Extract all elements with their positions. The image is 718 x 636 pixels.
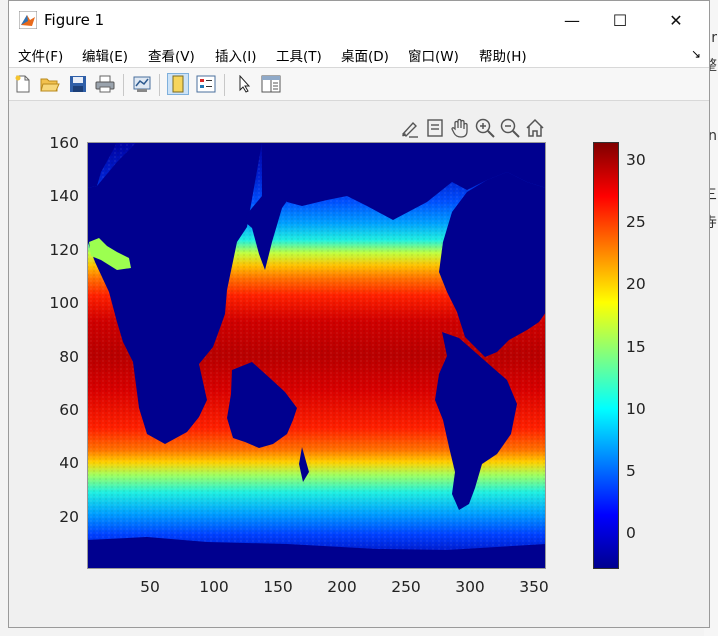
matlab-logo-icon bbox=[19, 11, 37, 29]
x-tick-label: 150 bbox=[263, 578, 293, 596]
menu-bar: 文件(F) 编辑(E) 查看(V) 插入(I) 工具(T) 桌面(D) 窗口(W… bbox=[9, 39, 709, 67]
colorbar-tick-label: 20 bbox=[626, 275, 646, 293]
figure-toolbar bbox=[9, 67, 709, 101]
colorbar-tick-label: 30 bbox=[626, 151, 646, 169]
toolbar-dock-arrow-icon[interactable]: ↘ bbox=[691, 47, 701, 61]
menu-file[interactable]: 文件(F) bbox=[18, 45, 63, 65]
pan-icon[interactable] bbox=[449, 117, 471, 139]
colorbar-tick-label: 25 bbox=[626, 213, 646, 231]
legend-icon[interactable] bbox=[195, 73, 217, 95]
y-tick-label: 60 bbox=[59, 401, 79, 419]
datatip-icon[interactable] bbox=[424, 117, 446, 139]
y-tick-label: 100 bbox=[49, 294, 79, 312]
y-tick-label: 140 bbox=[49, 187, 79, 205]
x-tick-label: 250 bbox=[391, 578, 421, 596]
print-icon[interactable] bbox=[94, 73, 116, 95]
toolbar-separator bbox=[159, 74, 160, 96]
y-tick-label: 160 bbox=[49, 134, 79, 152]
menu-help[interactable]: 帮助(H) bbox=[479, 45, 527, 65]
y-tick-label: 40 bbox=[59, 454, 79, 472]
heatmap-plot[interactable] bbox=[87, 142, 546, 569]
y-tick-label: 20 bbox=[59, 508, 79, 526]
x-tick-label: 100 bbox=[199, 578, 229, 596]
colorbar-tick-label: 5 bbox=[626, 462, 636, 480]
zoom-out-icon[interactable] bbox=[499, 117, 521, 139]
colorbar-icon[interactable] bbox=[167, 73, 189, 95]
home-icon[interactable] bbox=[524, 117, 546, 139]
menu-insert[interactable]: 插入(I) bbox=[215, 45, 257, 65]
title-bar[interactable]: Figure 1 — ☐ ✕ bbox=[9, 1, 709, 39]
pointer-icon[interactable] bbox=[233, 73, 255, 95]
menu-tools[interactable]: 工具(T) bbox=[276, 45, 322, 65]
menu-window[interactable]: 窗口(W) bbox=[408, 45, 459, 65]
colorbar-tick-label: 0 bbox=[626, 524, 636, 542]
menu-desktop[interactable]: 桌面(D) bbox=[341, 45, 389, 65]
menu-view[interactable]: 查看(V) bbox=[148, 45, 195, 65]
brush-icon[interactable] bbox=[399, 117, 421, 139]
link-plot-icon[interactable] bbox=[131, 73, 153, 95]
minimize-button[interactable]: — bbox=[549, 1, 595, 39]
y-tick-label: 120 bbox=[49, 241, 79, 259]
colorbar-tick-label: 10 bbox=[626, 400, 646, 418]
window-title: Figure 1 bbox=[44, 11, 105, 29]
maximize-button[interactable]: ☐ bbox=[597, 1, 643, 39]
x-tick-label: 300 bbox=[455, 578, 485, 596]
open-file-icon[interactable] bbox=[39, 73, 61, 95]
toolbar-separator bbox=[123, 74, 124, 96]
figure-window: Figure 1 — ☐ ✕ 文件(F) 编辑(E) 查看(V) 插入(I) 工… bbox=[8, 0, 710, 628]
save-icon[interactable] bbox=[67, 73, 89, 95]
x-tick-label: 200 bbox=[327, 578, 357, 596]
zoom-in-icon[interactable] bbox=[474, 117, 496, 139]
y-tick-label: 80 bbox=[59, 348, 79, 366]
menu-edit[interactable]: 编辑(E) bbox=[82, 45, 128, 65]
x-tick-label: 50 bbox=[140, 578, 160, 596]
heatmap-svg bbox=[87, 142, 546, 569]
colorbar[interactable] bbox=[593, 142, 619, 569]
close-button[interactable]: ✕ bbox=[653, 1, 699, 39]
new-figure-icon[interactable] bbox=[12, 73, 34, 95]
property-inspector-icon[interactable] bbox=[260, 73, 282, 95]
colorbar-tick-label: 15 bbox=[626, 338, 646, 356]
toolbar-separator bbox=[224, 74, 225, 96]
x-tick-label: 350 bbox=[519, 578, 549, 596]
